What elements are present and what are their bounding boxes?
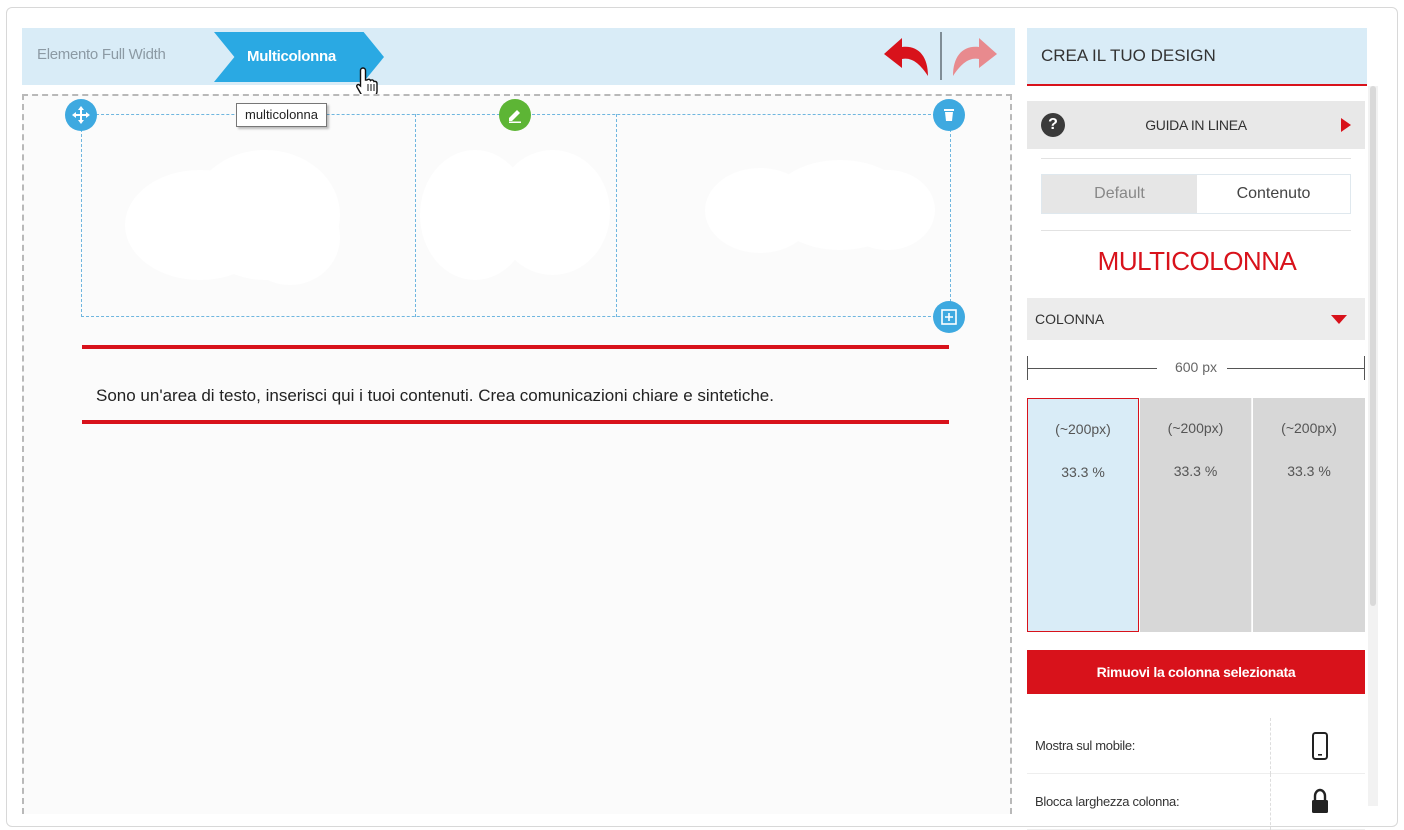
column-section-header[interactable]: COLONNA	[1027, 298, 1365, 340]
online-guide-label: GUIDA IN LINEA	[1145, 117, 1247, 133]
trash-icon[interactable]	[933, 99, 965, 131]
panel-scrollbar-thumb[interactable]	[1370, 86, 1376, 606]
section-title: MULTICOLONNA	[1097, 246, 1297, 276]
column-option-1[interactable]: (~200px) 33.3 %	[1027, 398, 1139, 632]
toolbar-divider	[940, 32, 942, 80]
column-section-label: COLONNA	[1035, 311, 1105, 327]
breadcrumb: Elemento Full Width Multicolonna	[22, 28, 1015, 85]
tab-contenuto[interactable]: Contenuto	[1197, 175, 1350, 213]
padlock-icon[interactable]	[1310, 788, 1330, 816]
column-option-3[interactable]: (~200px) 33.3 %	[1253, 398, 1365, 632]
column-width-label: (~200px)	[1055, 421, 1111, 437]
online-guide-button[interactable]: GUIDA IN LINEA ?	[1027, 101, 1365, 149]
lock-column-width-row: Blocca larghezza colonna:	[1027, 774, 1365, 830]
width-ruler-label: 600 px	[1174, 359, 1218, 375]
column-width-label: (~200px)	[1281, 420, 1337, 436]
column-selector: (~200px) 33.3 % (~200px) 33.3 % (~200px)…	[1027, 398, 1365, 632]
tab-default[interactable]: Default	[1042, 175, 1197, 213]
caret-down-icon	[1331, 315, 1347, 324]
column-divider	[616, 114, 617, 317]
show-on-mobile-row: Mostra sul mobile:	[1027, 718, 1365, 774]
help-icon: ?	[1041, 113, 1065, 137]
column-percent-label: 33.3 %	[1287, 463, 1331, 479]
move-handle-icon[interactable]	[65, 99, 97, 131]
play-arrow-icon	[1341, 118, 1351, 132]
separator	[1041, 158, 1351, 159]
add-column-icon[interactable]	[933, 301, 965, 333]
element-tooltip: multicolonna	[236, 103, 327, 127]
panel-title: CREA IL TUO DESIGN	[1027, 28, 1367, 86]
show-on-mobile-label: Mostra sul mobile:	[1035, 738, 1136, 753]
width-ruler: 600 px	[1027, 356, 1365, 380]
panel-tabs: Default Contenuto	[1041, 174, 1351, 214]
mobile-phone-icon[interactable]	[1310, 732, 1330, 760]
edit-pencil-icon[interactable]	[499, 99, 531, 131]
column-percent-label: 33.3 %	[1061, 464, 1105, 480]
column-percent-label: 33.3 %	[1173, 463, 1218, 479]
remove-column-button[interactable]: Rimuovi la colonna selezionata	[1027, 650, 1365, 694]
redo-icon[interactable]	[947, 36, 1001, 78]
breadcrumb-item-full-width[interactable]: Elemento Full Width	[37, 28, 166, 85]
divider-line-bottom	[82, 420, 949, 424]
separator	[1041, 230, 1351, 231]
column-divider	[415, 114, 416, 317]
text-area[interactable]: Sono un'area di testo, inserisci qui i t…	[96, 386, 774, 406]
design-panel: CREA IL TUO DESIGN GUIDA IN LINEA ? Defa…	[1027, 28, 1367, 830]
undo-icon[interactable]	[880, 36, 934, 78]
breadcrumb-item-label: Multicolonna	[247, 48, 336, 65]
divider-line-top	[82, 345, 949, 349]
column-width-label: (~200px)	[1167, 420, 1224, 436]
lock-column-width-label: Blocca larghezza colonna:	[1035, 794, 1180, 809]
column-option-2[interactable]: (~200px) 33.3 %	[1140, 398, 1252, 632]
